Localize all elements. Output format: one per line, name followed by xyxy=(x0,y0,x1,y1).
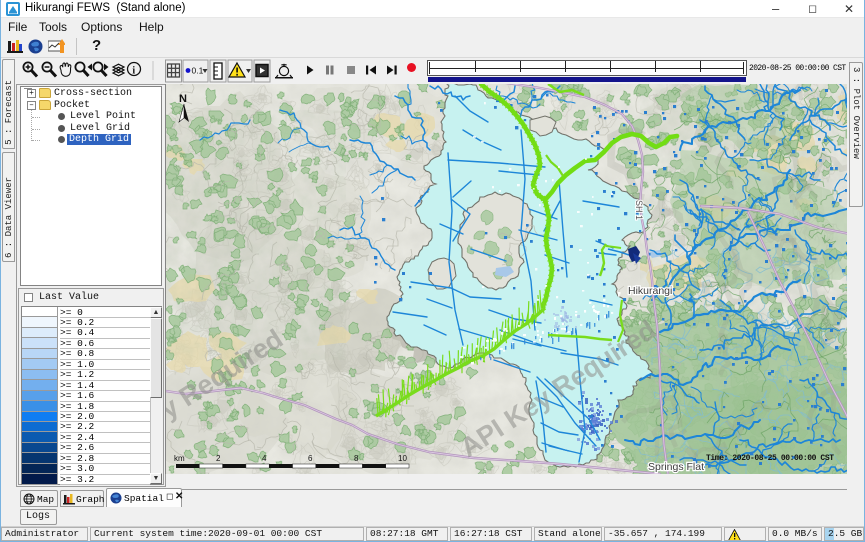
svg-text:N: N xyxy=(179,93,187,105)
svg-text:Hikurangi: Hikurangi xyxy=(628,285,672,297)
svg-text:km: km xyxy=(174,454,185,463)
svg-text:2: 2 xyxy=(216,454,221,463)
svg-text:6: 6 xyxy=(308,454,313,463)
svg-text:SH 1: SH 1 xyxy=(634,200,644,220)
svg-text:Springs Flat: Springs Flat xyxy=(648,461,704,473)
svg-text:0.1: 0.1 xyxy=(192,66,204,76)
svg-text:10: 10 xyxy=(398,454,407,463)
svg-text:8: 8 xyxy=(354,454,359,463)
svg-text:Time: 2020-08-25 00:00:00 CST: Time: 2020-08-25 00:00:00 CST xyxy=(706,454,834,463)
svg-text:4: 4 xyxy=(262,454,267,463)
svg-text:i: i xyxy=(132,66,135,77)
